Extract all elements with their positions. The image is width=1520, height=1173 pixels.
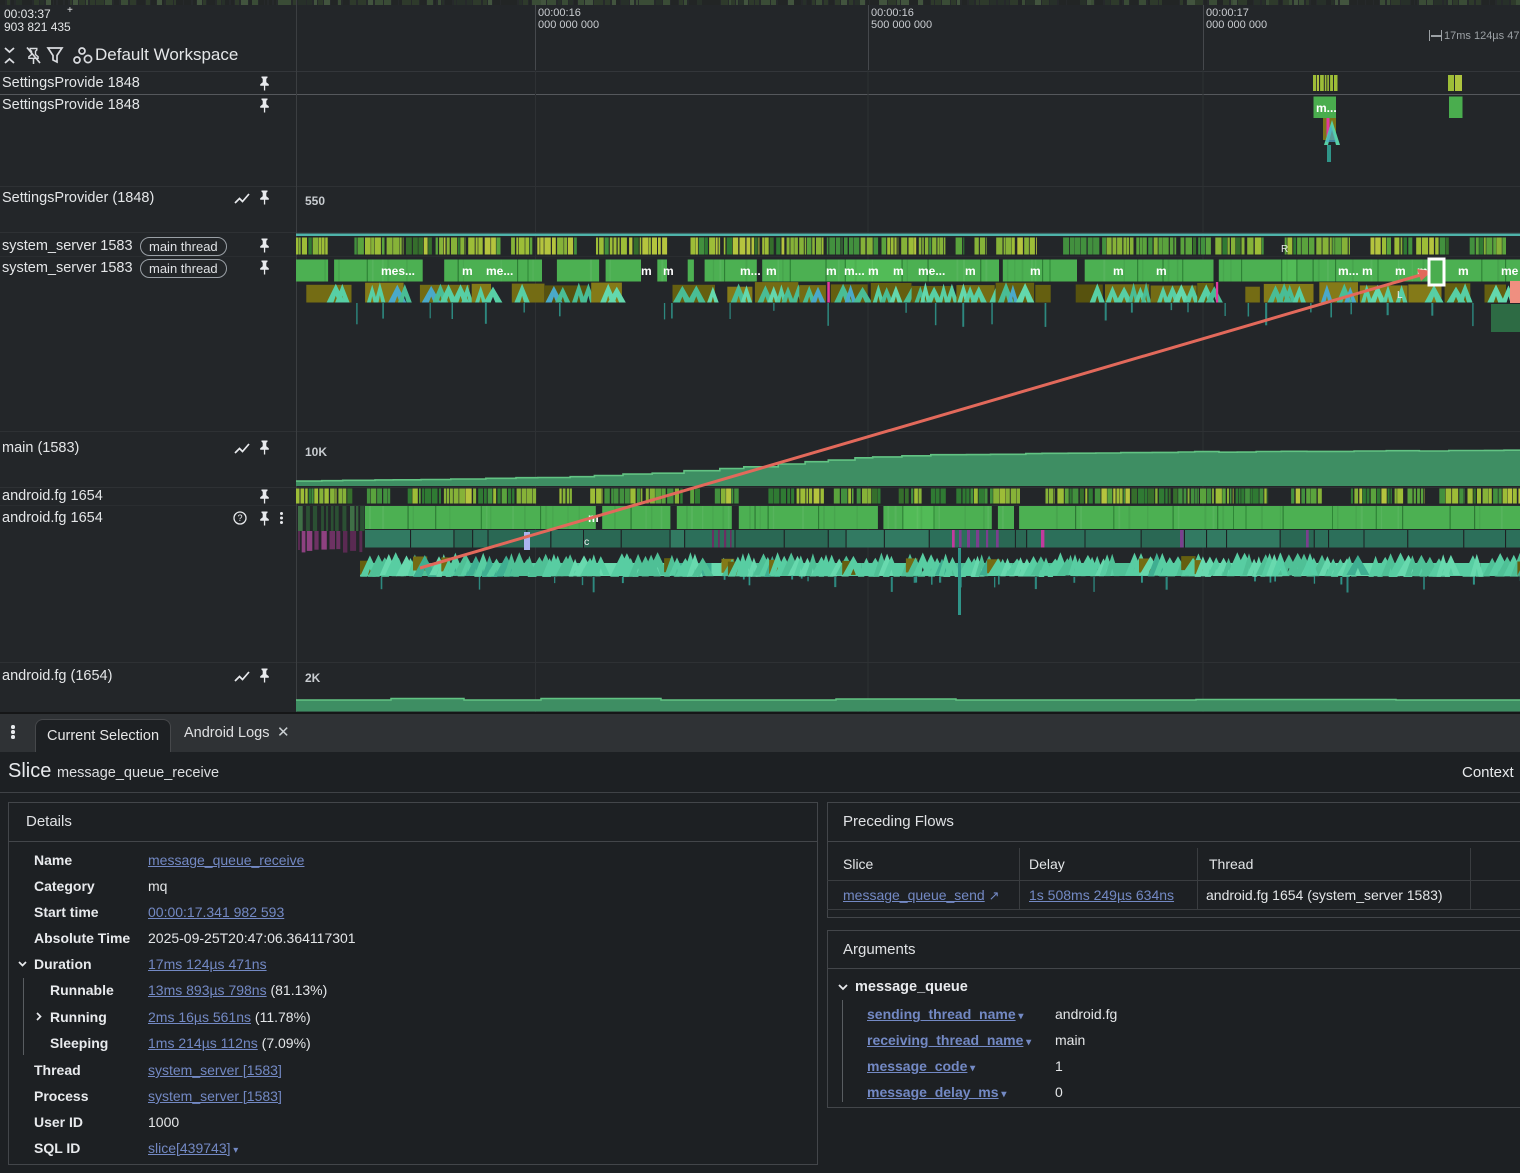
svg-text:m...: m...	[1338, 264, 1359, 278]
svg-text:m: m	[965, 264, 976, 278]
svg-text:m: m	[1156, 264, 1167, 278]
svg-text:m: m	[663, 264, 674, 278]
svg-text:m...: m...	[1316, 101, 1337, 115]
svg-text:m: m	[1113, 264, 1124, 278]
svg-text:me...: me...	[486, 264, 513, 278]
svg-text:10K: 10K	[305, 445, 327, 459]
svg-text:550: 550	[305, 194, 325, 208]
svg-text:m: m	[641, 264, 652, 278]
svg-text:me: me	[1501, 264, 1519, 278]
svg-text:mes...: mes...	[381, 264, 415, 278]
svg-text:m: m	[1395, 264, 1406, 278]
svg-text:m: m	[1458, 264, 1469, 278]
svg-text:m: m	[766, 264, 777, 278]
svg-text:m: m	[893, 264, 904, 278]
svg-text:m: m	[826, 264, 837, 278]
svg-text:m...: m...	[844, 264, 865, 278]
svg-text:m: m	[462, 264, 473, 278]
svg-text:m...: m...	[740, 264, 761, 278]
svg-text:m: m	[1362, 264, 1373, 278]
svg-text:R: R	[1281, 244, 1288, 255]
svg-text:2K: 2K	[305, 671, 321, 685]
svg-text:m: m	[868, 264, 879, 278]
svg-text:me...: me...	[918, 264, 945, 278]
svg-text:m: m	[1030, 264, 1041, 278]
svg-text:?: ?	[237, 513, 242, 523]
svg-text:c: c	[584, 536, 589, 548]
svg-text:L: L	[1397, 290, 1403, 301]
